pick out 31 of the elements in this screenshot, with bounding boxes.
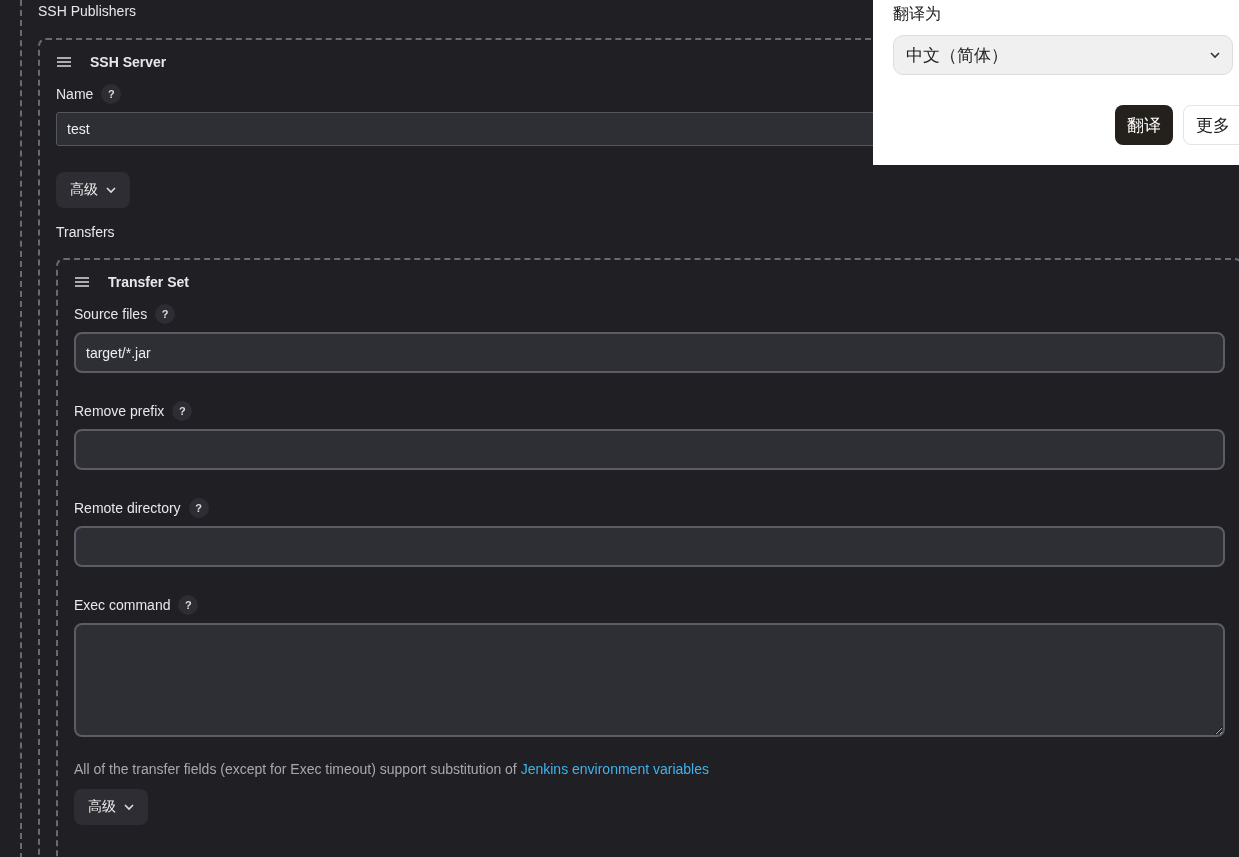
field-label: Name	[56, 86, 94, 102]
text-field[interactable]: target/*.jar	[74, 332, 1225, 373]
help-icon[interactable]: ?	[178, 595, 199, 615]
card-title: Transfer Set	[108, 274, 189, 290]
help-text: All of the transfer fields (except for Exec timeout) support substitution of Jenkins environment variables	[74, 761, 710, 777]
text-field[interactable]	[74, 526, 1225, 567]
menu-icon[interactable]	[74, 276, 90, 288]
field-label: Remote directory	[74, 500, 181, 516]
menu-icon[interactable]	[56, 56, 72, 68]
advanced-button[interactable]: 高级	[74, 789, 148, 825]
environment-variables-link[interactable]: Jenkins environment variables	[520, 761, 709, 777]
text-field[interactable]	[74, 429, 1225, 470]
field-label: Exec command	[74, 597, 171, 613]
language-select[interactable]: 中文（简体）	[893, 35, 1233, 75]
advanced-button[interactable]: 高级	[56, 172, 130, 208]
chevron-down-icon	[106, 186, 116, 194]
help-icon[interactable]: ?	[101, 84, 122, 104]
command-field[interactable]	[74, 623, 1225, 737]
card-title: SSH Server	[90, 54, 167, 70]
field-label: Remove prefix	[74, 403, 165, 419]
section-title: SSH Publishers	[38, 2, 137, 20]
translate-button[interactable]: 翻译	[1115, 105, 1173, 145]
help-icon[interactable]: ?	[188, 498, 209, 518]
field-label: Source files	[74, 306, 148, 322]
chevron-down-icon	[1210, 51, 1220, 59]
help-icon[interactable]: ?	[155, 304, 176, 324]
help-icon[interactable]: ?	[172, 401, 193, 421]
transfers-label: Transfers	[56, 224, 116, 240]
popup-label: 翻译为	[893, 4, 942, 24]
chevron-down-icon	[124, 803, 134, 811]
more-button[interactable]: 更多	[1183, 105, 1239, 145]
